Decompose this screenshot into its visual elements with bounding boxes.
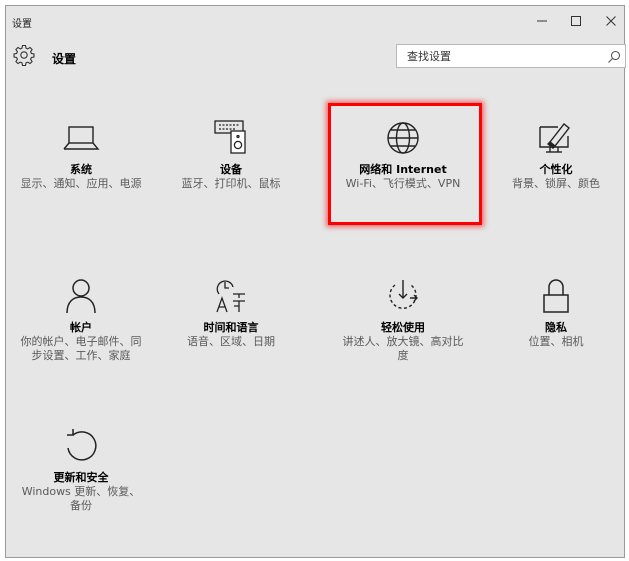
tile-label: 网络和 Internet (359, 163, 447, 176)
maximize-button[interactable] (562, 10, 590, 32)
page-title: 设置 (52, 52, 77, 66)
tile-label: 系统 (70, 163, 92, 176)
tile-update-security[interactable]: 更新和安全 Windows 更新、恢复、备份 (16, 426, 146, 513)
window-title: 设置 (12, 19, 32, 30)
tile-description: 语音、区域、日期 (187, 335, 275, 348)
tile-description: 蓝牙、打印机、鼠标 (181, 177, 281, 190)
settings-window: 设置 设置 查找设置 系统 显示、通知、应用、电源 设备 蓝牙、打印机、鼠标 网… (5, 5, 626, 558)
tile-personalization[interactable]: 个性化 背景、锁屏、颜色 (491, 118, 621, 191)
tile-description: 你的帐户、电子邮件、同步设置、工作、家庭 (20, 335, 142, 362)
tile-label: 个性化 (539, 163, 573, 176)
tile-description: 位置、相机 (528, 335, 584, 348)
tile-time-language[interactable]: 时间和语言 语音、区域、日期 (166, 276, 296, 349)
time-language-icon (216, 280, 245, 313)
tile-accounts[interactable]: 帐户 你的帐户、电子邮件、同步设置、工作、家庭 (16, 276, 146, 363)
tile-privacy[interactable]: 隐私 位置、相机 (491, 276, 621, 349)
tile-description: Wi-Fi、飞行模式、VPN (345, 177, 461, 190)
tile-description: 显示、通知、应用、电源 (20, 177, 142, 190)
person-icon (66, 279, 96, 314)
laptop-icon (63, 126, 100, 150)
devices-icon (214, 120, 246, 154)
minimize-button[interactable] (528, 10, 556, 32)
tile-ease-of-access[interactable]: 轻松使用 讲述人、放大镜、高对比度 (338, 276, 468, 363)
tile-description: 讲述人、放大镜、高对比度 (342, 335, 464, 362)
tile-description: Windows 更新、恢复、备份 (21, 485, 141, 512)
close-button[interactable] (597, 10, 625, 32)
gear-icon (13, 44, 35, 67)
ease-of-access-icon (389, 280, 418, 309)
settings-header: 设置 (6, 40, 626, 72)
tile-label: 设备 (220, 163, 242, 176)
personalization-icon (539, 123, 570, 153)
tile-system[interactable]: 系统 显示、通知、应用、电源 (16, 118, 146, 191)
tile-network-internet[interactable]: 网络和 Internet Wi-Fi、飞行模式、VPN (338, 118, 468, 191)
tile-description: 背景、锁屏、颜色 (512, 177, 600, 190)
close-icon (606, 16, 616, 26)
maximize-icon (571, 16, 581, 26)
tile-label: 轻松使用 (381, 321, 425, 334)
tile-label: 隐私 (545, 321, 567, 334)
tile-label: 帐户 (70, 321, 92, 334)
tile-label: 时间和语言 (203, 321, 259, 334)
lock-icon (543, 279, 569, 313)
minimize-icon (537, 20, 547, 22)
tile-devices[interactable]: 设备 蓝牙、打印机、鼠标 (166, 118, 296, 191)
tile-label: 更新和安全 (53, 471, 109, 484)
search-icon[interactable] (607, 50, 621, 64)
globe-icon (387, 122, 419, 154)
update-icon (67, 429, 97, 461)
search-input[interactable] (396, 44, 626, 68)
title-bar[interactable]: 设置 (6, 6, 624, 36)
